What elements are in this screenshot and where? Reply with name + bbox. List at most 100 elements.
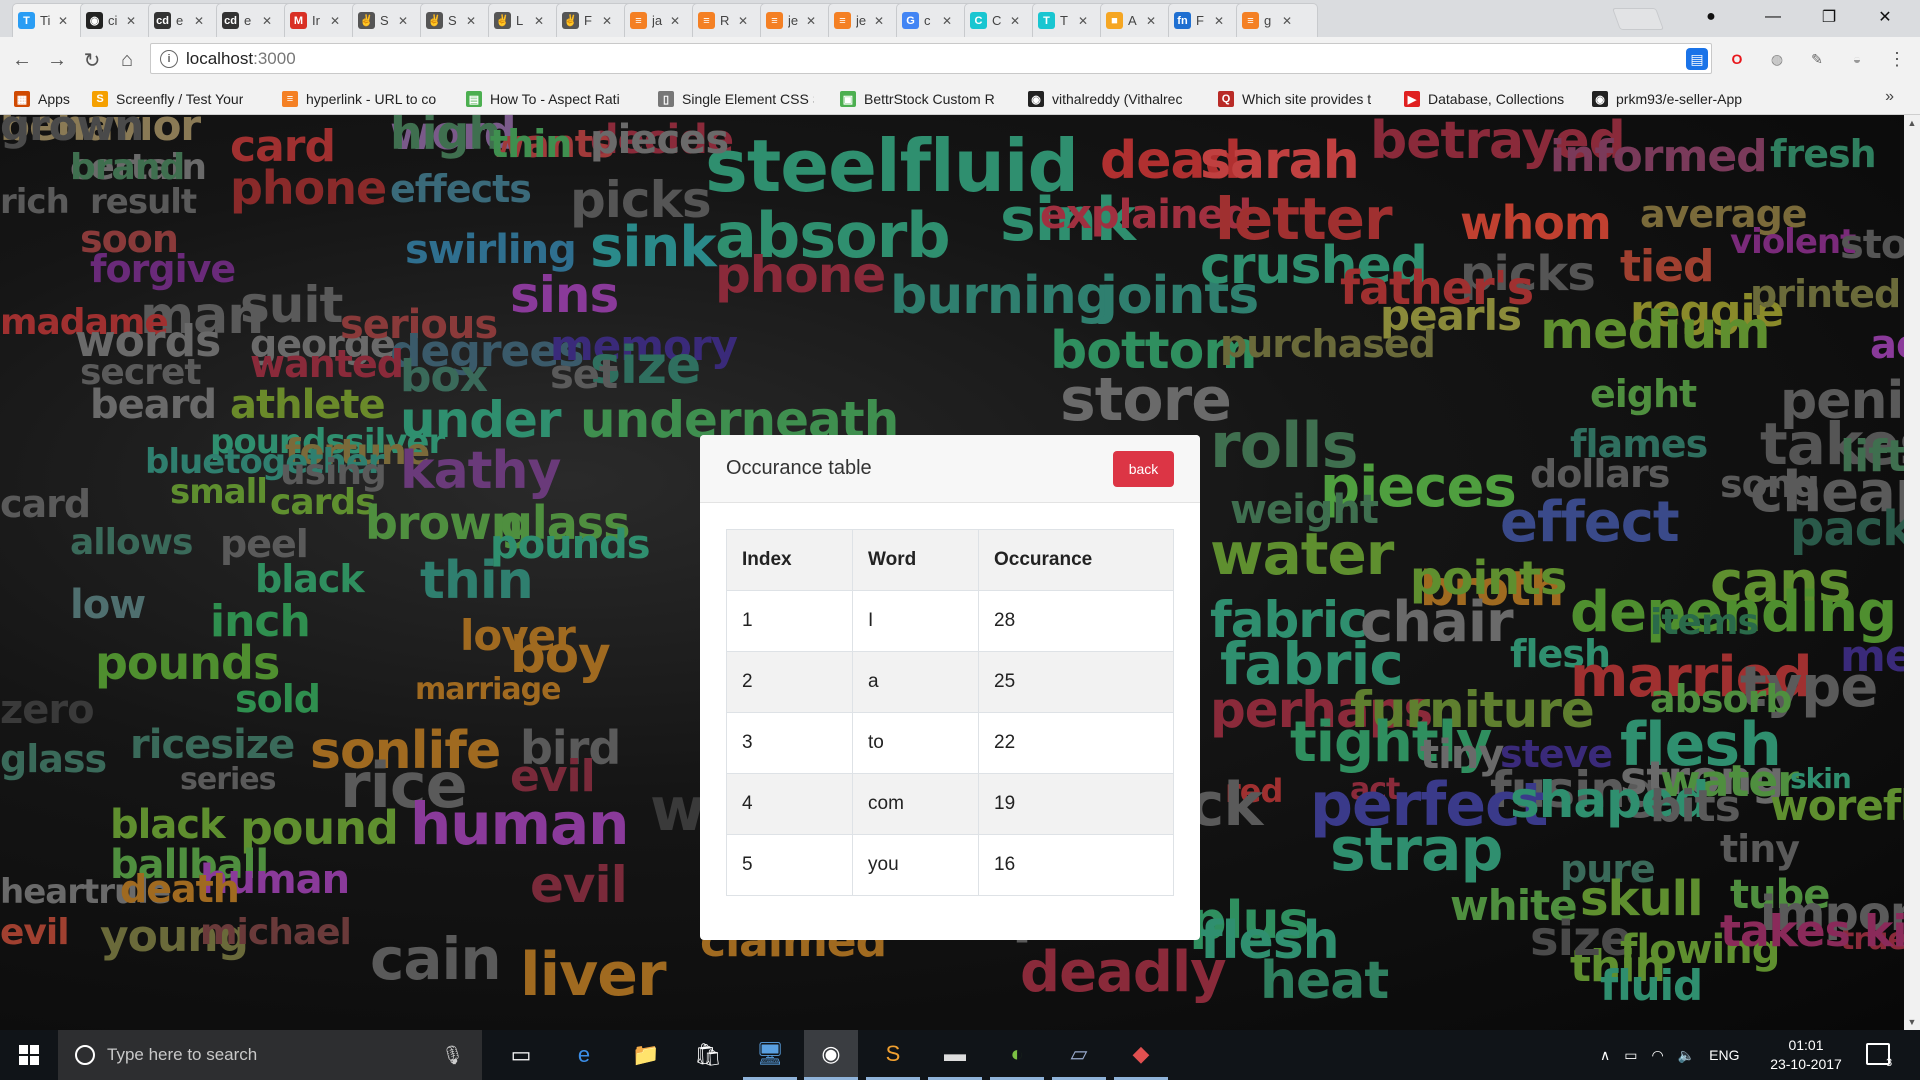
- bookmark-item[interactable]: Q Which site provides t: [1218, 89, 1371, 109]
- tab-close-icon[interactable]: ✕: [1146, 14, 1156, 28]
- tab-close-icon[interactable]: ✕: [670, 14, 680, 28]
- paint-taskbar-button[interactable]: ◐: [990, 1030, 1044, 1080]
- extension-icon[interactable]: ▤: [1686, 48, 1708, 70]
- address-bar[interactable]: i localhost:3000 ☆: [150, 43, 1712, 74]
- new-tab-button[interactable]: [1611, 8, 1665, 30]
- bookmark-item[interactable]: S Screenfly / Test Your: [92, 89, 243, 109]
- menu-icon[interactable]: ⋮: [1886, 48, 1908, 70]
- tab-close-icon[interactable]: ✕: [466, 14, 476, 28]
- scroll-up-arrow-icon[interactable]: ▲: [1904, 115, 1920, 131]
- bookmark-item[interactable]: ▤ How To - Aspect Rati: [466, 89, 620, 109]
- bookmark-item[interactable]: ▣ BettrStock Custom R: [840, 89, 995, 109]
- vertical-scrollbar[interactable]: ▲ ▼: [1904, 115, 1920, 1030]
- bookmark-favicon-icon: S: [92, 91, 108, 107]
- tab-close-icon[interactable]: ✕: [874, 14, 884, 28]
- bookmark-label: hyperlink - URL to co: [306, 91, 437, 107]
- bookmark-favicon-icon: ≡: [282, 91, 298, 107]
- tab-close-icon[interactable]: ✕: [262, 14, 272, 28]
- battery-icon[interactable]: ▭: [1624, 1047, 1637, 1064]
- bookmark-item[interactable]: ▯ Single Element CSS S: [658, 89, 814, 109]
- extension-icon[interactable]: ◒: [1846, 48, 1868, 70]
- git-taskbar-button[interactable]: ◆: [1114, 1030, 1168, 1080]
- restore-button[interactable]: ❐: [1806, 0, 1852, 34]
- taskbar-search-box[interactable]: Type here to search 🎙: [58, 1030, 482, 1080]
- bookmark-item[interactable]: ≡ hyperlink - URL to co: [282, 89, 436, 109]
- word-cloud-word: sarah: [1200, 131, 1360, 191]
- tab-favicon-icon: G: [902, 12, 919, 29]
- word-cloud-word: swirling: [405, 227, 577, 273]
- chrome-taskbar-button[interactable]: ◉: [804, 1030, 858, 1080]
- tab-favicon-icon: ≡: [834, 12, 851, 29]
- microphone-icon[interactable]: 🎙: [441, 1045, 464, 1066]
- bookmark-item[interactable]: ◉ vithalreddy (Vithalrec: [1028, 89, 1182, 109]
- tab-close-icon[interactable]: ✕: [194, 14, 204, 28]
- forward-arrow-icon[interactable]: →: [43, 46, 71, 74]
- back-button[interactable]: back: [1113, 451, 1174, 487]
- cell-occurance: 19: [978, 773, 1174, 835]
- word-cloud-word: effects: [390, 167, 532, 211]
- bookmark-item[interactable]: ▶ Database, Collections: [1404, 89, 1564, 109]
- tab-close-icon[interactable]: ✕: [602, 14, 612, 28]
- back-arrow-icon[interactable]: ←: [8, 46, 36, 74]
- edge-taskbar-button[interactable]: e: [557, 1030, 611, 1080]
- start-button[interactable]: [0, 1030, 58, 1080]
- tab-close-icon[interactable]: ✕: [1282, 14, 1292, 28]
- clock[interactable]: 01:01 23-10-2017: [1756, 1036, 1856, 1074]
- bookmark-favicon-icon: ◉: [1592, 91, 1608, 107]
- tab-favicon-icon: T: [18, 12, 35, 29]
- tab-close-icon[interactable]: ✕: [1078, 14, 1088, 28]
- close-window-button[interactable]: ✕: [1862, 0, 1908, 34]
- scroll-down-arrow-icon[interactable]: ▼: [1904, 1014, 1920, 1030]
- bookmark-label: BettrStock Custom R: [864, 91, 995, 107]
- terminal-taskbar-button[interactable]: ▬: [928, 1030, 982, 1080]
- tab-favicon-icon: ≡: [630, 12, 647, 29]
- tab-close-icon[interactable]: ✕: [738, 14, 748, 28]
- word-cloud-word: liver: [520, 940, 667, 1010]
- eyedropper-extension-icon[interactable]: ✎: [1806, 48, 1828, 70]
- reload-icon[interactable]: ↻: [78, 46, 106, 74]
- task-view-taskbar-button[interactable]: ▭: [494, 1030, 548, 1080]
- apps-bookmark[interactable]: ▦ Apps: [14, 89, 70, 109]
- word-cloud-word: low: [70, 582, 146, 628]
- sublime-taskbar-button[interactable]: S: [866, 1030, 920, 1080]
- store-taskbar-button[interactable]: 🛍: [681, 1030, 735, 1080]
- tab-close-icon[interactable]: ✕: [1010, 14, 1020, 28]
- column-header-index: Index: [726, 529, 853, 591]
- tab-title: Ir: [312, 13, 320, 28]
- home-icon[interactable]: ⌂: [113, 46, 141, 74]
- card-title: Occurance table: [726, 457, 872, 479]
- word-cloud-word: whom: [1460, 196, 1612, 250]
- column-header-word: Word: [852, 529, 979, 591]
- word-cloud-word: deadly: [1020, 940, 1227, 1005]
- profile-icon[interactable]: ●: [1688, 0, 1734, 34]
- minimize-button[interactable]: —: [1750, 0, 1796, 34]
- this-pc-taskbar-button[interactable]: 🖥: [743, 1030, 797, 1080]
- tab-close-icon[interactable]: ✕: [942, 14, 952, 28]
- bookmark-item[interactable]: ◉ prkm93/e-seller-App: [1592, 89, 1742, 109]
- cell-index: 1: [726, 590, 853, 652]
- tab-close-icon[interactable]: ✕: [126, 14, 136, 28]
- file-explorer-taskbar-button[interactable]: 📁: [619, 1030, 673, 1080]
- tab-title: L: [516, 13, 524, 28]
- opera-extension-icon[interactable]: O: [1726, 48, 1748, 70]
- wifi-icon[interactable]: ◠: [1651, 1047, 1663, 1064]
- tab-close-icon[interactable]: ✕: [806, 14, 816, 28]
- tab-close-icon[interactable]: ✕: [534, 14, 544, 28]
- tab-title: c: [924, 13, 931, 28]
- language-indicator[interactable]: ENG: [1709, 1047, 1739, 1063]
- tab-close-icon[interactable]: ✕: [58, 14, 68, 28]
- tab-close-icon[interactable]: ✕: [1214, 14, 1224, 28]
- notepad-taskbar-button[interactable]: ▱: [1052, 1030, 1106, 1080]
- word-cloud-word: death: [120, 867, 240, 911]
- browser-tab[interactable]: ≡ g ✕: [1236, 3, 1318, 37]
- chevron-up-icon[interactable]: ∧: [1600, 1047, 1610, 1064]
- tab-close-icon[interactable]: ✕: [398, 14, 408, 28]
- word-cloud-word: glass: [0, 737, 107, 781]
- tab-close-icon[interactable]: ✕: [330, 14, 340, 28]
- more-bookmarks-icon[interactable]: »: [1885, 88, 1894, 106]
- info-icon[interactable]: i: [160, 49, 178, 68]
- extension-icon[interactable]: ◍: [1766, 48, 1788, 70]
- word-cloud-word: store: [1060, 365, 1232, 435]
- tab-title: je: [788, 13, 799, 28]
- volume-icon[interactable]: 🔈: [1678, 1047, 1695, 1064]
